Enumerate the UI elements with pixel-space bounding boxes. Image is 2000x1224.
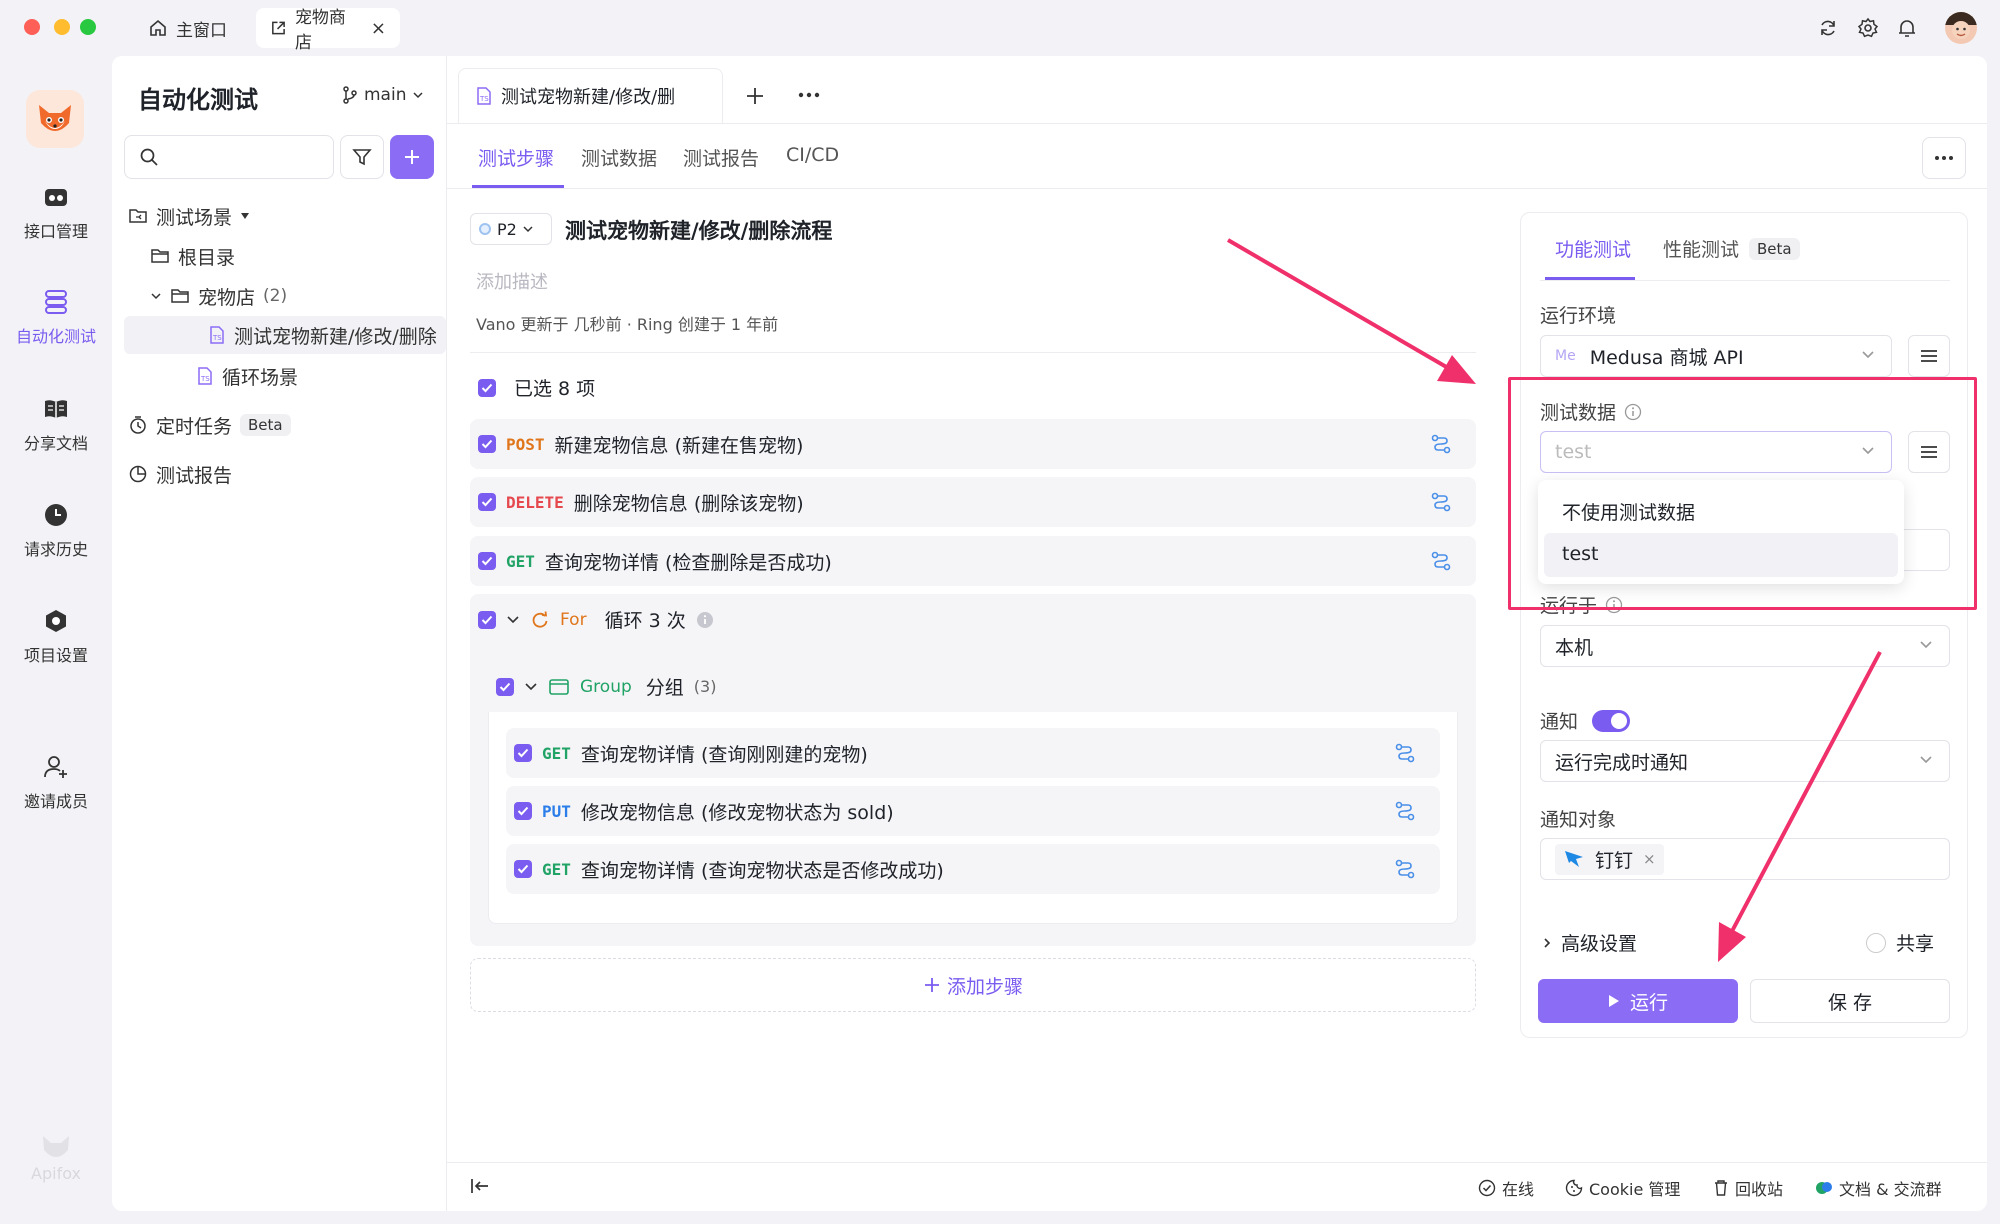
check-circle-icon	[1478, 1179, 1496, 1197]
docs-community[interactable]: 文档 & 交流群	[1815, 1176, 1942, 1200]
bottom-divider	[447, 1162, 1987, 1163]
cookie-icon	[1565, 1179, 1583, 1197]
collapse-sidebar-icon[interactable]	[470, 1178, 490, 1194]
recycle-bin[interactable]: 回收站	[1713, 1176, 1783, 1200]
trash-icon	[1715, 1180, 1727, 1196]
annotation-arrows	[1226, 238, 1882, 962]
chat-icon	[1816, 1182, 1832, 1194]
cookie-manager[interactable]: Cookie 管理	[1565, 1176, 1680, 1200]
online-status[interactable]: 在线	[1478, 1176, 1534, 1200]
